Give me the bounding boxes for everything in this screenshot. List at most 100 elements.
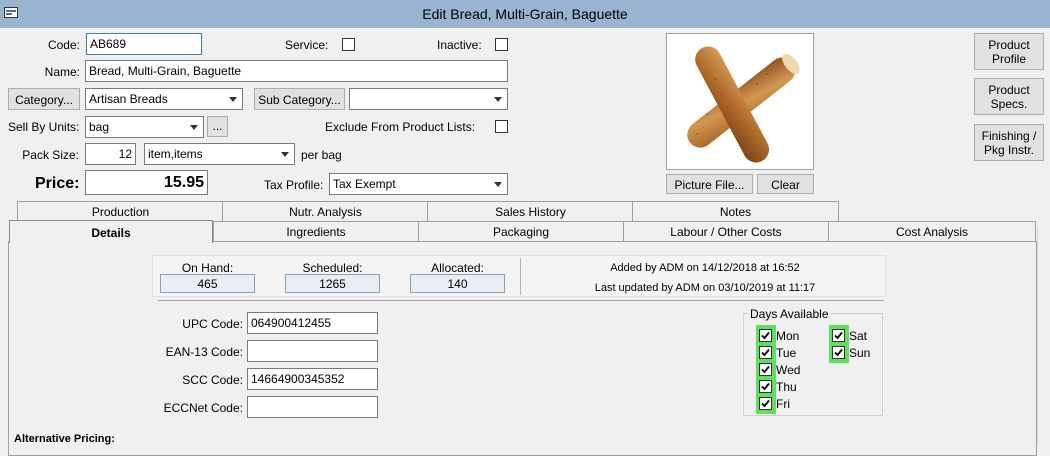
- day-checkbox-sat[interactable]: [832, 329, 845, 342]
- day-label-sun: Sun: [849, 346, 871, 360]
- name-label: Name:: [44, 65, 80, 79]
- sell-by-units-select[interactable]: bag: [85, 116, 204, 138]
- checkmark-icon: [834, 348, 843, 357]
- product-profile-button[interactable]: Product Profile: [974, 33, 1044, 70]
- pack-unit-value: item,items: [148, 147, 203, 161]
- tab-notes[interactable]: Notes: [632, 201, 839, 221]
- day-label-thu: Thu: [776, 380, 797, 394]
- ean-label: EAN-13 Code:: [165, 345, 243, 359]
- sell-by-units-label: Sell By Units:: [8, 120, 80, 134]
- product-profile-line2: Profile: [991, 52, 1026, 66]
- inactive-checkbox[interactable]: [495, 38, 508, 51]
- code-field[interactable]: AB689: [86, 33, 202, 55]
- day-checkbox-tue[interactable]: [759, 346, 772, 359]
- day-checkbox-thu[interactable]: [759, 380, 772, 393]
- scc-label: SCC Code:: [182, 373, 243, 387]
- product-profile-line1: Product: [988, 38, 1030, 52]
- sell-by-units-value: bag: [89, 120, 110, 134]
- tab-ingredients[interactable]: Ingredients: [213, 221, 419, 241]
- day-checkbox-fri[interactable]: [759, 397, 772, 410]
- tax-profile-label: Tax Profile:: [264, 178, 324, 192]
- tab-sales-history[interactable]: Sales History: [427, 201, 634, 221]
- section-divider: [158, 300, 884, 301]
- pack-unit-select[interactable]: item,items: [144, 143, 295, 165]
- baguette-image: [687, 46, 800, 163]
- upc-label: UPC Code:: [182, 317, 243, 331]
- checkmark-icon: [761, 382, 770, 391]
- category-button[interactable]: Category...: [8, 88, 80, 110]
- on-hand-label: On Hand:: [181, 261, 234, 275]
- code-label: Code:: [47, 38, 80, 52]
- exclude-checkbox[interactable]: [495, 120, 508, 133]
- title-bar: Edit Bread, Multi-Grain, Baguette: [0, 0, 1050, 28]
- scheduled-value: 1265: [285, 274, 380, 293]
- day-checkbox-mon[interactable]: [759, 329, 772, 342]
- app-icon: [4, 7, 18, 18]
- pack-size-label: Pack Size:: [22, 148, 79, 162]
- scrollbar[interactable]: [1037, 228, 1050, 444]
- price-label: Price:: [35, 175, 80, 192]
- tab-details[interactable]: Details: [9, 220, 213, 243]
- per-bag-label: per bag: [301, 148, 342, 162]
- last-updated-text: Last updated by ADM on 03/10/2019 at 11:…: [594, 282, 816, 294]
- checkmark-icon: [761, 365, 770, 374]
- scheduled-label: Scheduled:: [302, 261, 363, 275]
- days-available-title: Days Available: [748, 307, 831, 321]
- tax-profile-value: Tax Exempt: [333, 177, 396, 191]
- price-field[interactable]: 15.95: [85, 170, 208, 195]
- day-label-mon: Mon: [776, 329, 800, 343]
- added-by-text: Added by ADM on 14/12/2018 at 16:52: [610, 262, 800, 274]
- chevron-down-icon: [229, 97, 237, 102]
- day-label-wed: Wed: [776, 363, 801, 377]
- allocated-value: 140: [410, 274, 505, 293]
- finishing-line1: Finishing /: [981, 129, 1037, 143]
- subcategory-button[interactable]: Sub Category...: [254, 88, 345, 110]
- eccnet-field[interactable]: [247, 396, 378, 418]
- service-checkbox[interactable]: [342, 38, 355, 51]
- tab-packaging[interactable]: Packaging: [418, 221, 624, 241]
- chevron-down-icon: [281, 152, 289, 157]
- product-specs-line2: Specs.: [990, 97, 1028, 111]
- summary-divider: [520, 258, 521, 295]
- chevron-down-icon: [190, 125, 198, 130]
- product-specs-line1: Product: [988, 83, 1030, 97]
- finishing-line2: Pkg Instr.: [983, 143, 1035, 157]
- checkmark-icon: [761, 331, 770, 340]
- tab-cost-analysis[interactable]: Cost Analysis: [828, 221, 1036, 241]
- day-checkbox-sun[interactable]: [832, 346, 845, 359]
- scc-field[interactable]: 14664900345352: [247, 368, 378, 390]
- day-label-tue: Tue: [776, 346, 797, 360]
- ean-field[interactable]: [247, 340, 378, 362]
- on-hand-value: 465: [160, 274, 255, 293]
- allocated-label: Allocated:: [431, 261, 484, 275]
- tax-profile-select[interactable]: Tax Exempt: [329, 173, 508, 195]
- subcategory-select[interactable]: [349, 88, 508, 110]
- chevron-down-icon: [494, 182, 502, 187]
- day-label-fri: Fri: [776, 397, 790, 411]
- eccnet-label: ECCNet Code:: [163, 401, 243, 415]
- tab-labour-other-costs[interactable]: Labour / Other Costs: [623, 221, 829, 241]
- name-field[interactable]: Bread, Multi-Grain, Baguette: [85, 60, 508, 82]
- chevron-down-icon: [494, 97, 502, 102]
- checkmark-icon: [834, 331, 843, 340]
- pack-size-field[interactable]: 12: [85, 143, 136, 165]
- tab-production[interactable]: Production: [17, 201, 224, 221]
- exclude-label: Exclude From Product Lists:: [325, 120, 476, 134]
- category-value: Artisan Breads: [89, 92, 168, 106]
- day-label-sat: Sat: [849, 329, 868, 343]
- checkmark-icon: [761, 348, 770, 357]
- window-title: Edit Bread, Multi-Grain, Baguette: [422, 6, 628, 22]
- day-checkbox-wed[interactable]: [759, 363, 772, 376]
- inactive-label: Inactive:: [437, 38, 482, 52]
- service-label: Service:: [285, 38, 329, 52]
- sell-units-browse-button[interactable]: ...: [207, 116, 228, 137]
- tab-nutr-analysis[interactable]: Nutr. Analysis: [222, 201, 429, 221]
- product-specs-button[interactable]: Product Specs.: [974, 78, 1044, 115]
- finishing-button[interactable]: Finishing / Pkg Instr.: [974, 124, 1044, 161]
- category-select[interactable]: Artisan Breads: [85, 88, 243, 110]
- checkmark-icon: [761, 399, 770, 408]
- product-picture: [666, 33, 814, 170]
- upc-field[interactable]: 064900412455: [247, 312, 378, 334]
- picture-file-button[interactable]: Picture File...: [666, 174, 753, 194]
- clear-picture-button[interactable]: Clear: [757, 174, 814, 194]
